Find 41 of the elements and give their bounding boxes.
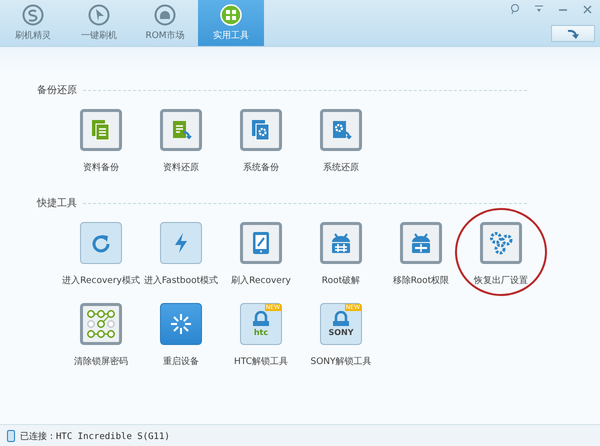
tool-button[interactable]: 清除锁屏密码 xyxy=(61,303,141,368)
loading-spinner-icon xyxy=(169,312,193,336)
section-title: 备份还原 xyxy=(37,84,77,97)
gears-icon xyxy=(488,230,514,256)
section-title: 快捷工具 xyxy=(37,196,77,210)
android-icon xyxy=(329,232,353,254)
tool-button[interactable]: 系统还原 xyxy=(301,109,381,174)
phone-icon xyxy=(7,430,15,442)
tool-button[interactable]: 进入Fastboot模式 xyxy=(141,222,221,287)
tool-button[interactable]: 恢复出厂设置 xyxy=(461,222,541,287)
tool-button[interactable]: 重启设备 xyxy=(141,303,221,368)
tab[interactable]: ROM市场 xyxy=(132,0,198,46)
android-icon xyxy=(154,4,176,26)
pattern-lock-icon xyxy=(86,309,116,339)
curved-arrow-button[interactable] xyxy=(551,25,595,42)
gear-arrow-icon xyxy=(330,118,352,142)
cursor-icon xyxy=(88,4,110,26)
tool-button[interactable]: 移除Root权限 xyxy=(381,222,461,287)
refresh-icon xyxy=(90,232,112,254)
grid-icon xyxy=(220,4,242,26)
tablet-pen-icon xyxy=(250,231,272,255)
tab[interactable]: 一键刷机 xyxy=(66,0,132,46)
android-icon xyxy=(409,232,433,254)
tab[interactable]: 刷机精灵 xyxy=(0,0,66,46)
tool-button[interactable]: 系统备份 xyxy=(221,109,301,174)
brand-logo: htc xyxy=(254,328,268,337)
tool-button[interactable]: 进入Recovery模式 xyxy=(61,222,141,287)
padlock-icon xyxy=(332,311,350,327)
tool-button[interactable]: 刷入Recovery xyxy=(221,222,301,287)
curved-arrow-icon xyxy=(567,28,579,38)
brand-logo: SONY xyxy=(328,328,354,337)
connection-status: 已连接：HTC Incredible S(G11) xyxy=(20,430,170,442)
tool-button[interactable]: 资料还原 xyxy=(141,109,221,174)
document-stack-icon xyxy=(90,118,112,142)
document-arrow-icon xyxy=(170,118,192,142)
tool-button[interactable]: Root破解 xyxy=(301,222,381,287)
tool-button[interactable]: 资料备份 xyxy=(61,109,141,174)
shield-icon xyxy=(22,4,44,26)
feedback-icon[interactable] xyxy=(508,3,522,15)
gear-document-icon xyxy=(250,118,272,142)
padlock-icon xyxy=(252,311,270,327)
